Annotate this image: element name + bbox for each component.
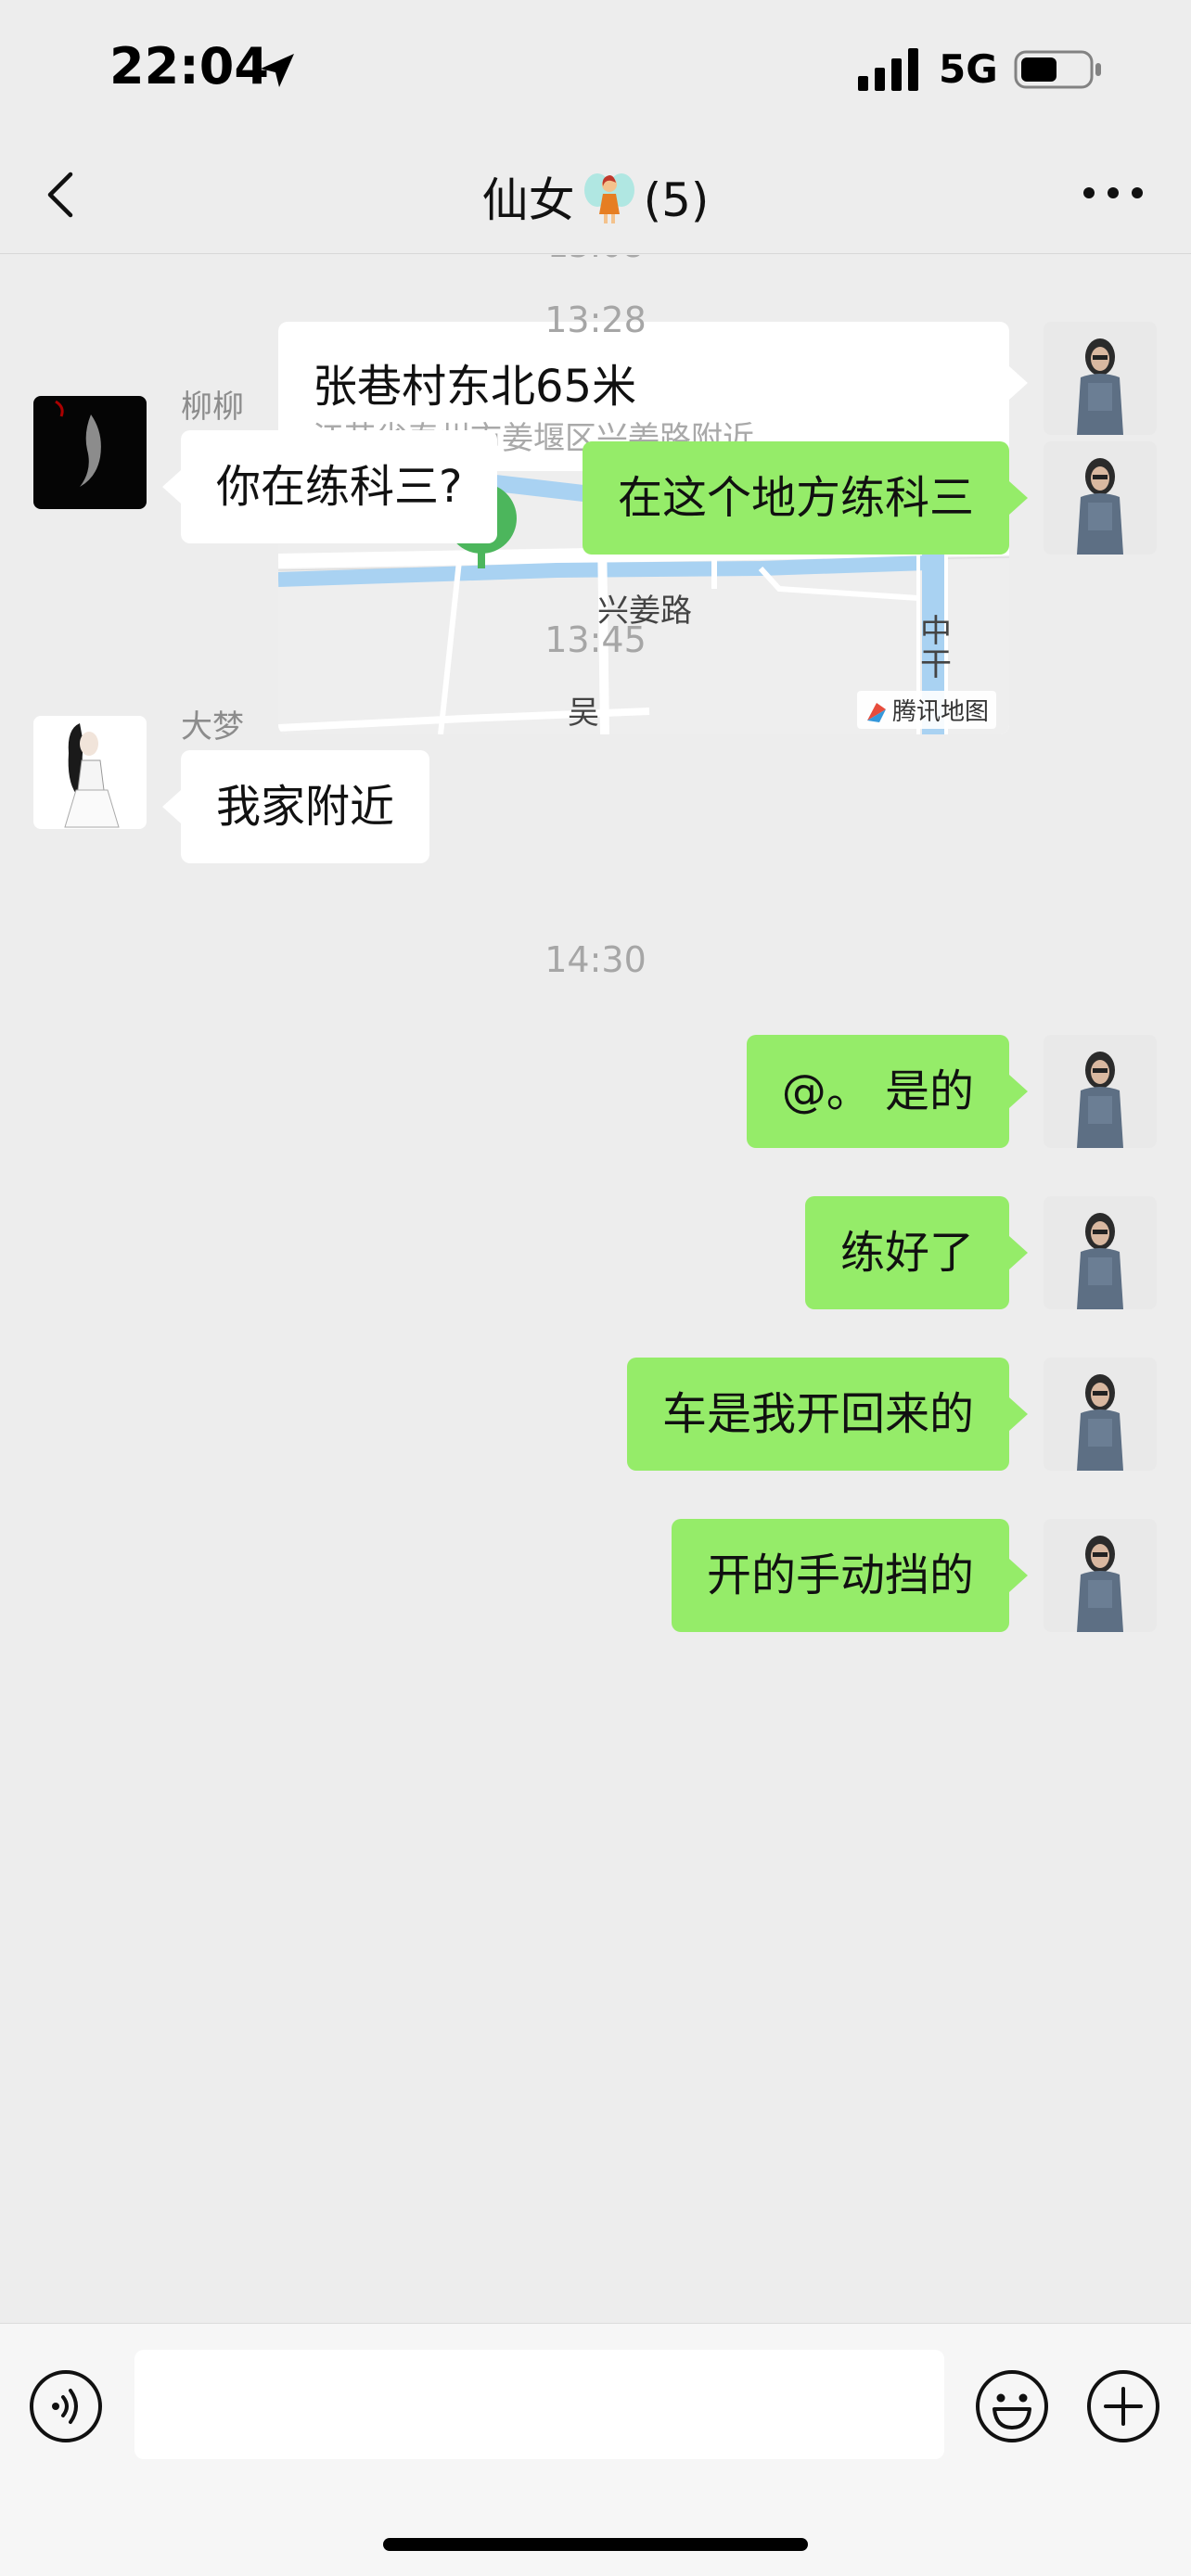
map-place-label: 吴 bbox=[568, 695, 599, 732]
emoji-icon[interactable] bbox=[974, 2368, 1050, 2444]
status-bar: 22:04 5G bbox=[0, 0, 1191, 139]
my-avatar[interactable] bbox=[1044, 441, 1157, 555]
location-arrow-icon bbox=[261, 54, 294, 87]
network-label: 5G bbox=[939, 46, 998, 92]
message-bubble-incoming[interactable]: 你在练科三? bbox=[161, 430, 498, 543]
timestamp: 13:45 bbox=[544, 619, 647, 660]
chat-header: 仙女 (5) bbox=[0, 139, 1191, 254]
map-brand: 腾讯地图 bbox=[856, 691, 996, 729]
message-bubble-outgoing[interactable]: 开的手动挡的 bbox=[671, 1519, 1029, 1632]
location-name: 张巷村东北65米 bbox=[313, 361, 637, 413]
member-avatar[interactable] bbox=[33, 716, 147, 829]
my-avatar[interactable] bbox=[1044, 1358, 1157, 1471]
status-time: 22:04 bbox=[109, 37, 269, 96]
timestamp: 13:08 bbox=[0, 255, 1191, 265]
voice-icon[interactable] bbox=[28, 2368, 104, 2444]
message-bubble-incoming[interactable]: 我家附近 bbox=[161, 750, 430, 863]
message-bubble-outgoing[interactable]: 在这个地方练科三 bbox=[582, 441, 1029, 555]
chat-title-name: 仙女 bbox=[481, 173, 575, 227]
chat-title: 仙女 (5) bbox=[0, 163, 1191, 230]
fairy-emoji-icon bbox=[583, 173, 634, 223]
timestamp: 14:30 bbox=[544, 939, 647, 980]
sender-name: 大梦 bbox=[181, 708, 244, 746]
tencent-map-icon bbox=[866, 703, 886, 722]
plus-icon[interactable] bbox=[1085, 2368, 1161, 2444]
signal-icon bbox=[858, 48, 918, 91]
message-input[interactable] bbox=[134, 2350, 944, 2459]
my-avatar[interactable] bbox=[1044, 1196, 1157, 1309]
message-list[interactable]: 13:08 张巷村东北65米 江苏省泰州市姜堰区兴姜路附近 bbox=[0, 255, 1191, 2323]
message-bubble-outgoing[interactable]: @。 是的 bbox=[746, 1035, 1029, 1148]
message-bubble-outgoing[interactable]: 车是我开回来的 bbox=[626, 1358, 1029, 1471]
timestamp: 13:28 bbox=[544, 300, 647, 340]
sender-name: 柳柳 bbox=[181, 389, 244, 426]
my-avatar[interactable] bbox=[1044, 1519, 1157, 1632]
member-avatar[interactable] bbox=[33, 396, 147, 509]
battery-icon bbox=[1014, 50, 1101, 89]
message-bubble-outgoing[interactable]: 练好了 bbox=[804, 1196, 1029, 1309]
my-avatar[interactable] bbox=[1044, 1035, 1157, 1148]
more-icon[interactable] bbox=[1078, 174, 1148, 211]
home-indicator[interactable] bbox=[383, 2538, 808, 2551]
chat-member-count: (5) bbox=[643, 173, 710, 227]
map-brand-label: 腾讯地图 bbox=[891, 698, 989, 726]
